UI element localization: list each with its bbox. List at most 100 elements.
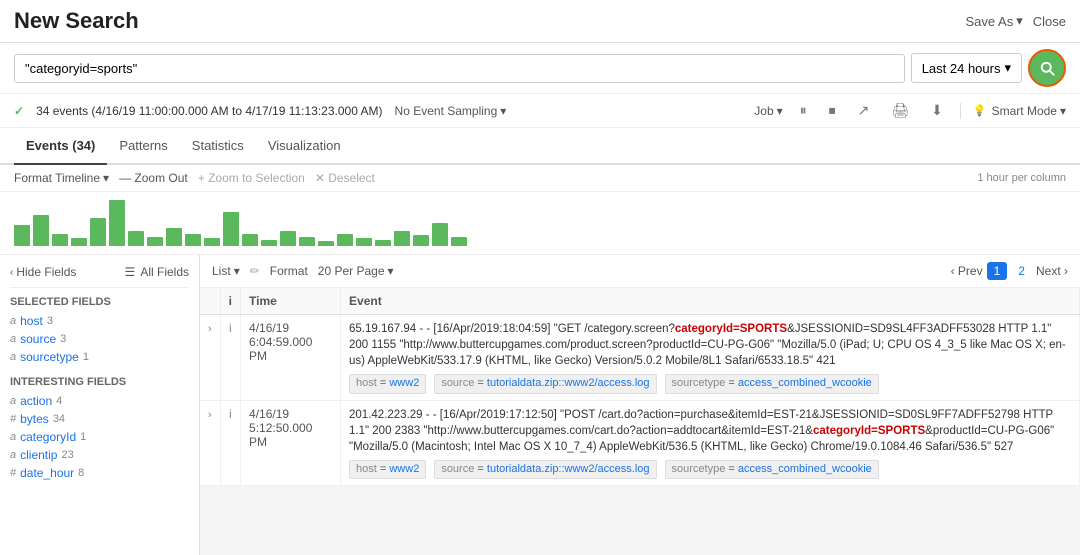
time-cell: 4/16/19 5:12:50.000 PM: [241, 400, 341, 486]
selected-field-host[interactable]: a host 3: [10, 312, 189, 330]
interesting-fields-list: a action 4# bytes 34a categoryId 1a clie…: [10, 392, 189, 482]
chevron-down-icon: [234, 264, 240, 278]
chevron-down-icon: [388, 264, 394, 278]
chevron-down-icon: [1004, 60, 1011, 76]
export-button[interactable]: ⬇: [926, 99, 948, 122]
tab-patterns[interactable]: Patterns: [107, 128, 179, 165]
hide-fields-button[interactable]: ‹ Hide Fields: [10, 265, 76, 279]
selected-field-source[interactable]: a source 3: [10, 330, 189, 348]
event-cell: 201.42.223.29 - - [16/Apr/2019:17:12:50]…: [341, 400, 1080, 486]
expand-cell[interactable]: ›: [200, 400, 220, 486]
chevron-down-icon: [1060, 104, 1066, 118]
tabs-row: Events (34)PatternsStatisticsVisualizati…: [0, 128, 1080, 165]
job-button[interactable]: Job: [754, 104, 782, 118]
print-button[interactable]: 🖨: [886, 99, 914, 122]
prev-page-button[interactable]: ‹ Prev: [951, 264, 983, 278]
histogram-bar[interactable]: [109, 200, 125, 246]
tab-events-34[interactable]: Events (34): [14, 128, 107, 165]
histogram-bar[interactable]: [356, 238, 372, 246]
search-input[interactable]: [14, 54, 905, 83]
chevron-down-icon: [777, 104, 783, 118]
histogram-bar[interactable]: [52, 234, 68, 246]
tags-row: host = www2source = tutorialdata.zip::ww…: [349, 460, 1071, 479]
histogram-bar[interactable]: [14, 225, 30, 246]
selected-fields-list: a host 3a source 3a sourcetype 1: [10, 312, 189, 366]
time-cell: 4/16/19 6:04:59.000 PM: [241, 315, 341, 401]
highlight-text: categoryId=SPORTS: [675, 323, 787, 335]
events-tbody: › i4/16/19 6:04:59.000 PM65.19.167.94 - -…: [200, 315, 1080, 486]
sidebar-header: ‹ Hide Fields ☰ All Fields: [10, 265, 189, 288]
histogram-bar[interactable]: [33, 215, 49, 246]
histogram: [0, 192, 1080, 255]
expand-icon[interactable]: ›: [208, 323, 212, 335]
top-bar: New Search Save As Close: [0, 0, 1080, 43]
selected-fields-title: SELECTED FIELDS: [10, 296, 189, 308]
histogram-bar[interactable]: [204, 238, 220, 246]
histogram-bar[interactable]: [185, 234, 201, 246]
histogram-bar[interactable]: [413, 235, 429, 246]
event-header: Event: [341, 288, 1080, 315]
info-cell[interactable]: i: [220, 400, 240, 486]
histogram-bar[interactable]: [71, 238, 87, 246]
histogram-bar[interactable]: [337, 234, 353, 246]
expand-icon[interactable]: ›: [208, 409, 212, 421]
results-controls: List ✏ Format 20 Per Page ‹ Prev 1 2 Nex…: [200, 255, 1080, 288]
share-button[interactable]: ↗: [853, 99, 875, 122]
time-range-button[interactable]: Last 24 hours: [911, 53, 1022, 83]
histogram-bar[interactable]: [128, 231, 144, 246]
format-button[interactable]: Format: [270, 264, 308, 278]
interesting-field-categoryId[interactable]: a categoryId 1: [10, 428, 189, 446]
interesting-field-bytes[interactable]: # bytes 34: [10, 410, 189, 428]
sampling-button[interactable]: No Event Sampling: [395, 104, 507, 118]
histogram-bar[interactable]: [147, 237, 163, 246]
histogram-bar[interactable]: [432, 223, 448, 246]
tag-sourcetype: sourcetype = access_combined_wcookie: [665, 460, 879, 479]
histogram-bar[interactable]: [318, 241, 334, 246]
top-bar-actions: Save As Close: [966, 13, 1066, 29]
tab-statistics[interactable]: Statistics: [180, 128, 256, 165]
info-cell[interactable]: i: [220, 315, 240, 401]
pause-button[interactable]: ⏸: [795, 99, 812, 122]
histogram-bar[interactable]: [299, 237, 315, 246]
expand-header: [200, 288, 220, 315]
save-as-button[interactable]: Save As: [966, 13, 1023, 29]
selected-field-sourcetype[interactable]: a sourcetype 1: [10, 348, 189, 366]
deselect-button[interactable]: ✕ Deselect: [315, 171, 375, 185]
list-button[interactable]: List: [212, 264, 240, 278]
histogram-bar[interactable]: [375, 240, 391, 246]
info-header: i: [220, 288, 240, 315]
per-page-button[interactable]: 20 Per Page: [318, 264, 394, 278]
stop-button[interactable]: ⏹: [824, 99, 841, 122]
next-page-button[interactable]: Next ›: [1036, 264, 1068, 278]
pagination: ‹ Prev 1 2 Next ›: [951, 262, 1068, 280]
format-timeline-button[interactable]: Format Timeline: [14, 171, 109, 185]
histogram-bar[interactable]: [261, 240, 277, 246]
histogram-bar[interactable]: [280, 231, 296, 246]
close-button[interactable]: Close: [1033, 14, 1066, 29]
search-bar-row: Last 24 hours: [0, 43, 1080, 94]
table-row: › i4/16/19 5:12:50.000 PM201.42.223.29 - …: [200, 400, 1080, 486]
histogram-bar[interactable]: [451, 237, 467, 246]
event-text: 65.19.167.94 - - [16/Apr/2019:18:04:59] …: [349, 321, 1071, 369]
interesting-field-action[interactable]: a action 4: [10, 392, 189, 410]
zoom-selection-button[interactable]: + Zoom to Selection: [198, 171, 305, 185]
pencil-icon: ✏: [250, 264, 260, 278]
list-icon: ☰: [125, 265, 136, 279]
results-bar: ✓ 34 events (4/16/19 11:00:00.000 AM to …: [0, 94, 1080, 128]
expand-cell[interactable]: ›: [200, 315, 220, 401]
histogram-bar[interactable]: [166, 228, 182, 246]
histogram-bar[interactable]: [223, 212, 239, 246]
histogram-bar[interactable]: [394, 231, 410, 246]
tag-sourcetype: sourcetype = access_combined_wcookie: [665, 374, 879, 393]
all-fields-button[interactable]: ☰ All Fields: [125, 265, 189, 279]
histogram-bar[interactable]: [90, 218, 106, 246]
search-run-button[interactable]: [1028, 49, 1066, 87]
interesting-field-date_hour[interactable]: # date_hour 8: [10, 464, 189, 482]
histogram-bar[interactable]: [242, 234, 258, 246]
chevron-down-icon: [500, 104, 506, 118]
smart-mode-button[interactable]: 💡 Smart Mode: [973, 104, 1066, 118]
zoom-out-button[interactable]: — Zoom Out: [119, 171, 188, 185]
tab-visualization[interactable]: Visualization: [256, 128, 353, 165]
page-2-button[interactable]: 2: [1011, 262, 1032, 280]
interesting-field-clientip[interactable]: a clientip 23: [10, 446, 189, 464]
